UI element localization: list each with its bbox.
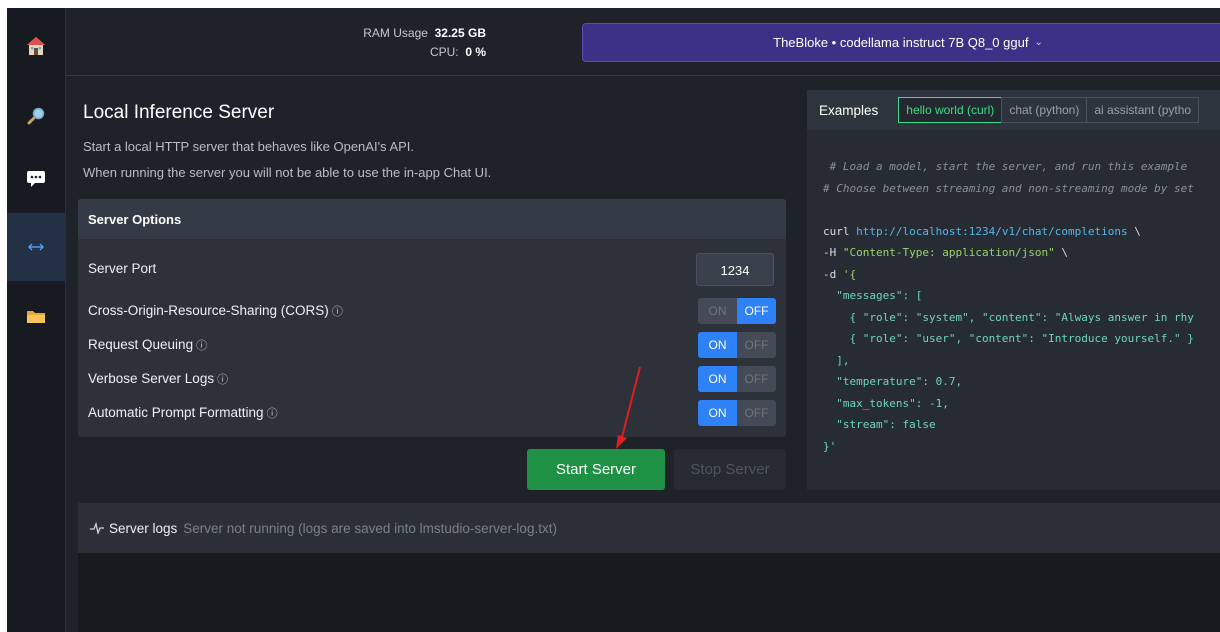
code-comment: # Choose between streaming and non-strea… [823,181,1194,195]
examples-panel: Examples hello world (curl) chat (python… [807,90,1220,490]
chevron-down-icon: ⌄ [1034,37,1043,48]
sidebar-item-home[interactable] [7,16,65,76]
sidebar-item-search[interactable] [7,86,65,146]
code-token: curl [823,224,857,238]
toggle-cors[interactable]: ON OFF [698,298,776,324]
server-logs-header: Server logs Server not running (logs are… [78,503,1220,553]
code-token: -d [823,267,843,281]
code-example: # Load a model, start the server, and ru… [823,156,1194,457]
examples-tab-bar: Examples hello world (curl) chat (python… [807,90,1220,130]
examples-label: Examples [819,102,879,118]
info-icon: ⓘ [217,374,229,386]
code-token: : false [889,418,936,431]
toggle-on-option[interactable]: ON [698,366,737,392]
model-selected-label: TheBloke • codellama instruct 7B Q8_0 gg… [773,35,1029,50]
info-icon: ⓘ [331,306,343,318]
activity-icon [90,522,104,534]
option-label-text: Request Queuing [88,337,194,352]
cpu-label: CPU: [429,45,459,59]
tab-chat-python[interactable]: chat (python) [1001,97,1088,123]
option-prompt-formatting-label: Automatic Prompt Formatting ⓘ [88,405,278,421]
model-selector[interactable]: TheBloke • codellama instruct 7B Q8_0 gg… [582,23,1220,62]
top-bar: RAM Usage 32.25 GB CPU: 0 % TheBloke • c… [66,8,1220,76]
option-cors-label: Cross-Origin-Resource-Sharing (CORS) ⓘ [88,303,343,319]
code-key: "temperature" [823,375,923,388]
folder-icon [27,311,45,323]
server-logs-status: Server not running (logs are saved into … [183,520,557,536]
code-line: ], [823,353,850,367]
page-description-line-2: When running the server you will not be … [83,165,492,180]
page-description-line-1: Start a local HTTP server that behaves l… [83,139,415,154]
toggle-on-option[interactable]: ON [698,400,737,426]
code-line: { "role": "user", "content": "Introduce … [823,332,1194,345]
chat-icon [27,171,45,187]
code-key: "stream" [823,418,890,431]
code-key: "max_tokens" [823,396,916,410]
option-request-queuing-label: Request Queuing ⓘ [88,337,207,353]
code-comment: # Load a model, start the server, and ru… [823,160,1194,173]
code-url: http://localhost:1234/v1/chat/completion… [856,224,1128,238]
option-label-text: Cross-Origin-Resource-Sharing (CORS) [88,303,329,318]
resource-stats: RAM Usage 32.25 GB CPU: 0 % [356,24,486,62]
server-logs-panel: Server logs Server not running (logs are… [78,503,1220,632]
toggle-request-queuing[interactable]: ON OFF [698,332,776,358]
info-icon: ⓘ [196,340,208,352]
sidebar-item-chat[interactable] [7,148,65,208]
app-window: RAM Usage 32.25 GB CPU: 0 % TheBloke • c… [7,8,1220,632]
code-line: { "role": "system", "content": "Always a… [823,310,1194,324]
code-string: "Content-Type: application/json" [842,246,1055,259]
code-token: : [ [902,289,923,302]
toggle-on-option[interactable]: ON [698,298,737,324]
option-label-text: Automatic Prompt Formatting [88,405,264,420]
ram-label: RAM Usage [363,26,428,40]
stop-server-button[interactable]: Stop Server [674,449,786,490]
toggle-prompt-formatting[interactable]: ON OFF [698,400,776,426]
sidebar [7,8,66,632]
option-verbose-logs-label: Verbose Server Logs ⓘ [88,371,228,387]
option-label-text: Verbose Server Logs [88,371,215,386]
server-logs-label: Server logs [109,520,178,536]
double-arrow-icon [28,243,44,251]
code-string: '{ [842,267,857,281]
toggle-off-option[interactable]: OFF [737,332,776,358]
toggle-off-option[interactable]: OFF [737,400,776,426]
toggle-verbose-logs[interactable]: ON OFF [698,366,776,392]
code-token: \ [1054,246,1069,259]
home-icon [27,37,45,55]
tab-ai-assistant-python[interactable]: ai assistant (pytho [1086,97,1200,123]
toggle-on-option[interactable]: ON [698,332,737,358]
code-token: -H [823,246,843,259]
start-server-button[interactable]: Start Server [527,449,665,490]
code-line: }' [823,439,837,453]
sidebar-item-server[interactable] [7,213,65,281]
server-options-panel: Server Options Server Port 1234 Cross-Or… [78,199,786,437]
code-token: : 0.7, [922,375,963,388]
code-key: "messages" [823,289,903,302]
search-icon [27,107,45,125]
server-port-input[interactable]: 1234 [696,253,774,286]
ram-value: 32.25 GB [434,26,486,40]
toggle-off-option[interactable]: OFF [737,366,776,392]
tab-hello-world-curl[interactable]: hello world (curl) [898,97,1003,123]
cpu-value: 0 % [465,45,486,59]
code-token: \ [1127,224,1141,238]
toggle-off-option[interactable]: OFF [737,298,776,324]
info-icon: ⓘ [266,408,278,420]
annotation-arrow [616,366,641,449]
code-token: : -1, [915,396,949,410]
server-options-heading: Server Options [78,199,786,239]
sidebar-item-models-folder[interactable] [7,286,65,346]
page-title: Local Inference Server [83,102,275,123]
server-port-label: Server Port [88,261,157,276]
